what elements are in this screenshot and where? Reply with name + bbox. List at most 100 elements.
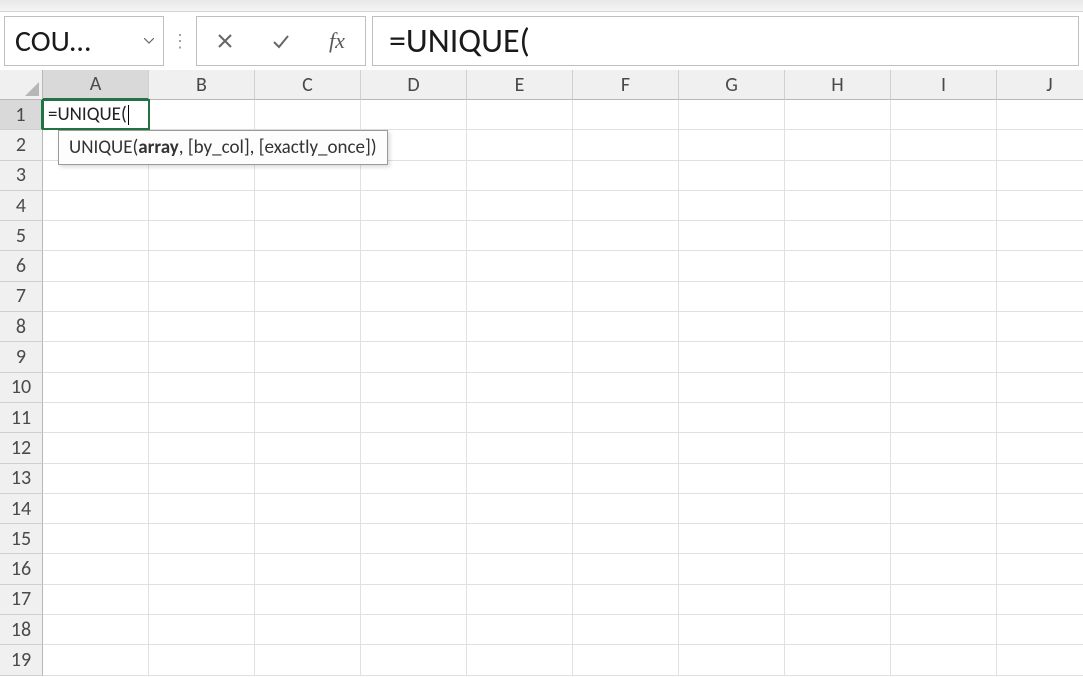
row-header-3[interactable]: 3	[0, 161, 43, 191]
row-header-8[interactable]: 8	[0, 312, 43, 342]
column-header-f[interactable]: F	[573, 70, 679, 100]
cell[interactable]	[149, 433, 255, 463]
cell[interactable]	[679, 161, 785, 191]
cell[interactable]	[785, 130, 891, 160]
column-header-j[interactable]: J	[997, 70, 1083, 100]
select-all-corner[interactable]	[0, 70, 43, 100]
column-header-d[interactable]: D	[361, 70, 467, 100]
row-header-2[interactable]: 2	[0, 130, 43, 160]
cell[interactable]	[679, 221, 785, 251]
row-header-4[interactable]: 4	[0, 191, 43, 221]
cell[interactable]	[467, 615, 573, 645]
cell[interactable]	[997, 464, 1083, 494]
cell[interactable]	[997, 373, 1083, 403]
cell[interactable]	[997, 645, 1083, 675]
cell[interactable]	[997, 130, 1083, 160]
cell[interactable]	[149, 615, 255, 645]
cell[interactable]	[997, 585, 1083, 615]
cell[interactable]	[149, 464, 255, 494]
enter-button[interactable]	[253, 17, 309, 65]
cell[interactable]	[467, 342, 573, 372]
cell[interactable]	[255, 433, 361, 463]
cell[interactable]	[255, 251, 361, 281]
cell[interactable]	[891, 373, 997, 403]
cell[interactable]	[679, 524, 785, 554]
cell[interactable]	[361, 403, 467, 433]
cells-grid[interactable]	[43, 100, 1083, 676]
cell[interactable]	[891, 251, 997, 281]
cell[interactable]	[679, 373, 785, 403]
cell[interactable]	[43, 433, 149, 463]
column-header-g[interactable]: G	[679, 70, 785, 100]
row-header-17[interactable]: 17	[0, 585, 43, 615]
cell[interactable]	[149, 191, 255, 221]
cell[interactable]	[785, 191, 891, 221]
row-header-6[interactable]: 6	[0, 251, 43, 281]
row-header-11[interactable]: 11	[0, 403, 43, 433]
cell[interactable]	[891, 342, 997, 372]
resize-handle-icon[interactable]: ⋮	[170, 16, 190, 66]
cell[interactable]	[255, 342, 361, 372]
cell[interactable]	[149, 221, 255, 251]
cell[interactable]	[361, 312, 467, 342]
cell[interactable]	[679, 312, 785, 342]
insert-function-button[interactable]: fx	[309, 17, 365, 65]
cell[interactable]	[679, 554, 785, 584]
cell[interactable]	[997, 100, 1083, 130]
cell[interactable]	[891, 464, 997, 494]
cell[interactable]	[361, 282, 467, 312]
cell[interactable]	[361, 494, 467, 524]
cell[interactable]	[255, 615, 361, 645]
cell[interactable]	[997, 524, 1083, 554]
cell[interactable]	[43, 100, 149, 130]
cell[interactable]	[43, 312, 149, 342]
cell[interactable]	[149, 251, 255, 281]
cell[interactable]	[785, 373, 891, 403]
cell[interactable]	[467, 221, 573, 251]
cell[interactable]	[255, 524, 361, 554]
cell[interactable]	[149, 373, 255, 403]
cell[interactable]	[573, 282, 679, 312]
cell[interactable]	[361, 464, 467, 494]
cell[interactable]	[467, 403, 573, 433]
cell[interactable]	[43, 615, 149, 645]
row-header-15[interactable]: 15	[0, 524, 43, 554]
cell[interactable]	[573, 130, 679, 160]
cell[interactable]	[573, 464, 679, 494]
row-header-16[interactable]: 16	[0, 554, 43, 584]
cell[interactable]	[43, 464, 149, 494]
cell[interactable]	[149, 100, 255, 130]
cell[interactable]	[43, 221, 149, 251]
cell[interactable]	[361, 100, 467, 130]
cell[interactable]	[361, 373, 467, 403]
name-box-dropdown-icon[interactable]	[141, 17, 157, 65]
cell[interactable]	[255, 464, 361, 494]
cell[interactable]	[785, 282, 891, 312]
cell[interactable]	[679, 403, 785, 433]
cell[interactable]	[43, 494, 149, 524]
cell[interactable]	[149, 585, 255, 615]
cell[interactable]	[255, 100, 361, 130]
cell[interactable]	[785, 100, 891, 130]
cell[interactable]	[255, 221, 361, 251]
cancel-button[interactable]	[197, 17, 253, 65]
tooltip-arg-current[interactable]: array	[138, 136, 179, 159]
cell[interactable]	[467, 585, 573, 615]
cell[interactable]	[149, 282, 255, 312]
cell[interactable]	[891, 100, 997, 130]
cell[interactable]	[255, 312, 361, 342]
cell[interactable]	[891, 191, 997, 221]
cell[interactable]	[891, 282, 997, 312]
cell[interactable]	[891, 130, 997, 160]
cell[interactable]	[573, 100, 679, 130]
cell[interactable]	[361, 645, 467, 675]
cell[interactable]	[149, 554, 255, 584]
cell[interactable]	[679, 191, 785, 221]
cell[interactable]	[997, 161, 1083, 191]
cell[interactable]	[43, 282, 149, 312]
cell[interactable]	[149, 494, 255, 524]
cell[interactable]	[573, 251, 679, 281]
row-header-13[interactable]: 13	[0, 464, 43, 494]
cell[interactable]	[679, 251, 785, 281]
cell[interactable]	[785, 403, 891, 433]
